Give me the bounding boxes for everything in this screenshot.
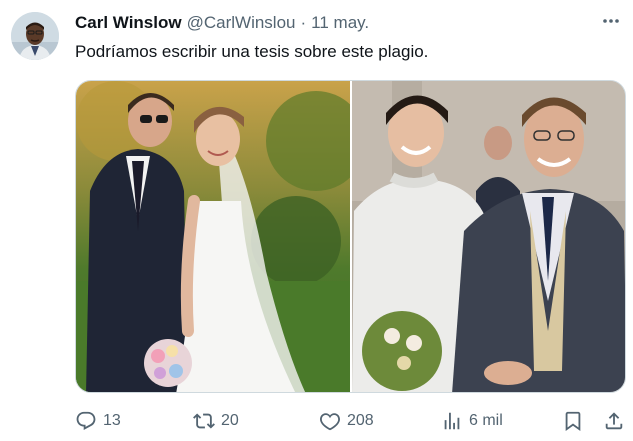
reply-icon (75, 410, 97, 432)
tweet-text: Podríamos escribir una tesis sobre este … (75, 42, 429, 61)
tweet-header: Carl Winslow @CarlWinslou · 11 may. (75, 12, 369, 34)
more-options-button[interactable] (598, 12, 624, 34)
share-icon (603, 410, 625, 432)
tweet-date[interactable]: 11 may. (311, 12, 369, 34)
author-handle[interactable]: @CarlWinslou (187, 12, 296, 34)
like-count: 208 (347, 412, 374, 429)
repost-icon (193, 410, 215, 432)
avatar[interactable] (11, 12, 59, 60)
reply-count: 13 (103, 412, 121, 429)
more-icon (601, 11, 621, 36)
tweet[interactable]: Carl Winslow @CarlWinslou · 11 may. Podr… (0, 0, 633, 441)
action-bar: 13 20 208 6 mil (75, 405, 626, 437)
views-chart-icon (441, 410, 463, 432)
media-grid (75, 80, 626, 393)
repost-count: 20 (221, 412, 239, 429)
separator-dot: · (300, 13, 307, 32)
media-photo-right[interactable] (352, 81, 625, 392)
author-name[interactable]: Carl Winslow (75, 12, 182, 34)
reply-button[interactable]: 13 (75, 405, 121, 437)
views-button[interactable]: 6 mil (441, 405, 503, 437)
repost-button[interactable]: 20 (193, 405, 239, 437)
bookmark-icon (562, 410, 584, 432)
media-photo-left[interactable] (76, 81, 350, 392)
views-count: 6 mil (469, 412, 503, 429)
bookmark-button[interactable] (562, 405, 584, 437)
heart-icon (319, 410, 341, 432)
like-button[interactable]: 208 (319, 405, 374, 437)
wedding-photo-right-icon (352, 81, 625, 392)
wedding-photo-left-icon (76, 81, 350, 392)
share-button[interactable] (603, 405, 625, 437)
